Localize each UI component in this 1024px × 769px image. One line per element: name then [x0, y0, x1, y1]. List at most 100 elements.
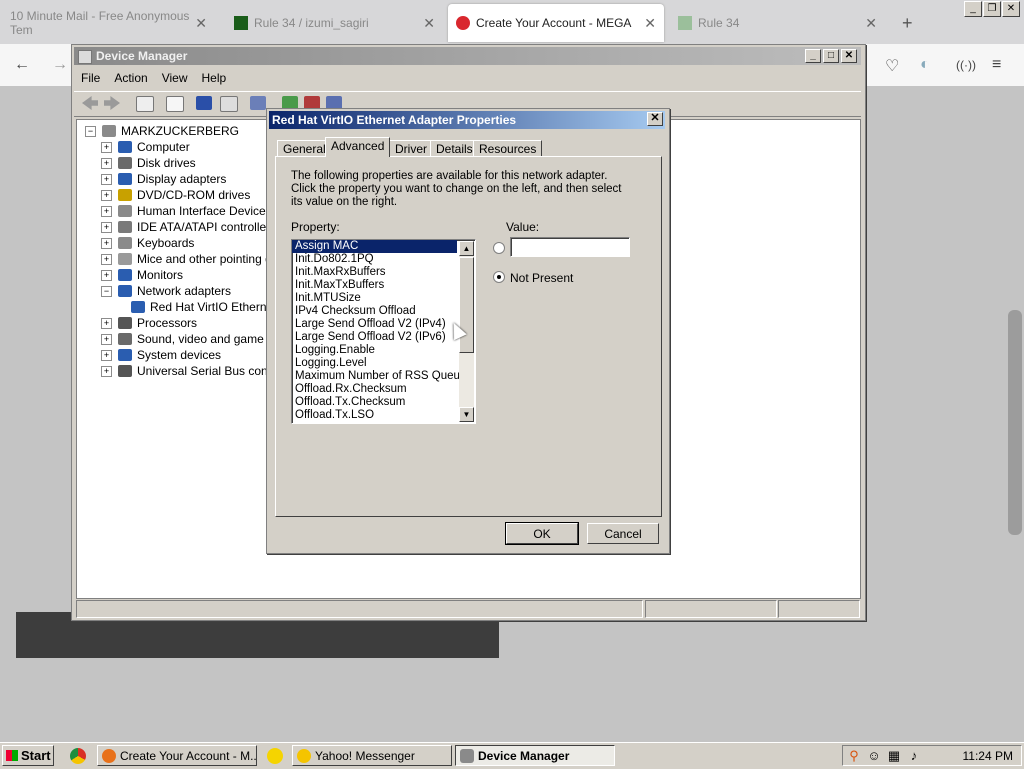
- property-item[interactable]: IPv4 Checksum Offload: [292, 305, 457, 318]
- expand-icon[interactable]: +: [101, 189, 112, 201]
- tree-item[interactable]: + Universal Serial Bus contro: [101, 363, 282, 379]
- expand-icon[interactable]: +: [101, 157, 112, 169]
- property-item[interactable]: Init.MaxTxBuffers: [292, 279, 457, 292]
- forward-arrow-icon[interactable]: [104, 96, 120, 110]
- close-tab-icon[interactable]: ✕: [195, 15, 207, 32]
- property-item[interactable]: Maximum Number of RSS Queues: [292, 370, 472, 383]
- property-item[interactable]: Large Send Offload V2 (IPv4): [292, 318, 457, 331]
- expand-icon[interactable]: +: [101, 333, 112, 345]
- close-tab-icon[interactable]: ✕: [865, 15, 877, 32]
- menu-help[interactable]: Help: [195, 67, 234, 89]
- expand-icon[interactable]: +: [101, 253, 112, 265]
- network-icon[interactable]: ▦: [887, 749, 901, 763]
- property-item[interactable]: Offload.Tx.LSO: [292, 409, 457, 422]
- messenger-smiley-icon[interactable]: [267, 748, 283, 764]
- not-present-radio[interactable]: [493, 271, 505, 283]
- tab-rule34[interactable]: Rule 34 ✕: [670, 4, 885, 42]
- chrome-icon[interactable]: [70, 748, 86, 764]
- new-tab-button[interactable]: +: [902, 4, 913, 42]
- show-hide-tree-icon[interactable]: [136, 96, 154, 112]
- back-arrow-icon[interactable]: ←: [14, 56, 30, 74]
- property-item[interactable]: Offload.Tx.Checksum: [292, 396, 457, 409]
- tree-item[interactable]: + Computer: [101, 139, 190, 155]
- tab-resources[interactable]: Resources: [473, 140, 543, 157]
- ok-button[interactable]: OK: [505, 522, 579, 545]
- tab-10-minute-mail[interactable]: 10 Minute Mail - Free Anonymous Tem ✕: [0, 4, 215, 42]
- expand-icon[interactable]: +: [101, 269, 112, 281]
- forward-arrow-icon[interactable]: →: [52, 56, 68, 74]
- device-manager-titlebar[interactable]: Device Manager _ □ ✕: [74, 47, 861, 65]
- extension-icon[interactable]: ◐: [920, 56, 930, 74]
- start-button[interactable]: Start: [2, 745, 54, 766]
- maximize-icon[interactable]: □: [823, 49, 839, 63]
- properties-icon[interactable]: [166, 96, 184, 112]
- menu-action[interactable]: Action: [107, 67, 154, 89]
- menu-icon[interactable]: ≡: [992, 56, 1001, 74]
- expand-icon[interactable]: +: [101, 365, 112, 377]
- property-item[interactable]: Logging.Enable: [292, 344, 457, 357]
- search-icon[interactable]: ⚲: [847, 749, 861, 763]
- close-tab-icon[interactable]: ✕: [644, 15, 656, 32]
- help-icon[interactable]: [196, 96, 212, 110]
- scroll-down-icon[interactable]: ▼: [459, 407, 474, 422]
- scan-hardware-icon[interactable]: [250, 96, 266, 110]
- back-arrow-icon[interactable]: [82, 96, 98, 110]
- tree-item[interactable]: + Monitors: [101, 267, 183, 283]
- expand-icon[interactable]: +: [101, 141, 112, 153]
- property-item[interactable]: Large Send Offload V2 (IPv6): [292, 331, 457, 344]
- tree-item[interactable]: − Network adapters: [101, 283, 231, 299]
- expand-icon[interactable]: +: [101, 221, 112, 233]
- cancel-button[interactable]: Cancel: [587, 523, 659, 544]
- close-icon[interactable]: ✕: [841, 49, 857, 63]
- tree-item[interactable]: + Keyboards: [101, 235, 194, 251]
- menu-view[interactable]: View: [155, 67, 195, 89]
- minimize-icon[interactable]: _: [964, 1, 982, 17]
- value-radio[interactable]: [493, 242, 505, 254]
- expand-icon[interactable]: +: [101, 173, 112, 185]
- messenger-tray-icon[interactable]: ☺: [867, 749, 881, 763]
- task-yahoo-messenger[interactable]: Yahoo! Messenger: [292, 745, 452, 766]
- not-present-label[interactable]: Not Present: [510, 271, 573, 285]
- tree-item[interactable]: + Mice and other pointing de: [101, 251, 278, 267]
- property-item[interactable]: Assign MAC: [292, 240, 457, 253]
- property-item[interactable]: Init.MaxRxBuffers: [292, 266, 457, 279]
- menu-file[interactable]: File: [74, 67, 107, 89]
- scroll-up-icon[interactable]: ▲: [459, 241, 474, 256]
- expand-icon[interactable]: +: [101, 237, 112, 249]
- property-list[interactable]: Assign MAC Init.Do802.1PQ Init.MaxRxBuffer…: [291, 239, 476, 424]
- tree-item[interactable]: + IDE ATA/ATAPI controllers: [101, 219, 276, 235]
- tree-item[interactable]: + Disk drives: [101, 155, 196, 171]
- task-device-manager[interactable]: Device Manager: [455, 745, 615, 766]
- tree-item[interactable]: + Sound, video and game co: [101, 331, 280, 347]
- volume-icon[interactable]: ♪: [907, 749, 921, 763]
- pocket-icon[interactable]: ♡: [885, 56, 899, 76]
- property-item[interactable]: Init.MTUSize: [292, 292, 457, 305]
- tab-general[interactable]: General: [277, 140, 332, 157]
- property-item[interactable]: Init.Do802.1PQ: [292, 253, 457, 266]
- tree-root[interactable]: − MARKZUCKERBERG: [85, 123, 239, 139]
- expand-icon[interactable]: +: [101, 317, 112, 329]
- tab-details[interactable]: Details: [430, 140, 479, 157]
- tab-advanced[interactable]: Advanced: [325, 137, 391, 157]
- tree-item[interactable]: Red Hat VirtIO Etherne: [131, 299, 273, 315]
- close-icon[interactable]: ✕: [647, 112, 663, 126]
- tree-item[interactable]: + System devices: [101, 347, 221, 363]
- tree-item[interactable]: + Processors: [101, 315, 197, 331]
- tree-item[interactable]: + Display adapters: [101, 171, 226, 187]
- task-create-account[interactable]: Create Your Account - M...: [97, 745, 257, 766]
- expand-icon[interactable]: +: [101, 205, 112, 217]
- tab-create-account-mega[interactable]: Create Your Account - MEGA ✕: [448, 4, 664, 42]
- tab-driver[interactable]: Driver: [389, 140, 433, 157]
- collapse-icon[interactable]: −: [101, 285, 112, 297]
- property-item[interactable]: Logging.Level: [292, 357, 457, 370]
- minimize-icon[interactable]: _: [805, 49, 821, 63]
- reader-icon[interactable]: ((·)): [956, 58, 976, 72]
- dialog-titlebar[interactable]: Red Hat VirtIO Ethernet Adapter Properti…: [269, 111, 665, 129]
- tree-item[interactable]: + DVD/CD-ROM drives: [101, 187, 250, 203]
- close-tab-icon[interactable]: ✕: [423, 15, 435, 32]
- restore-icon[interactable]: ❐: [983, 1, 1001, 17]
- scroll-thumb[interactable]: [459, 257, 474, 353]
- tree-item[interactable]: + Human Interface Devices: [101, 203, 272, 219]
- expand-icon[interactable]: +: [101, 349, 112, 361]
- collapse-icon[interactable]: −: [85, 125, 96, 137]
